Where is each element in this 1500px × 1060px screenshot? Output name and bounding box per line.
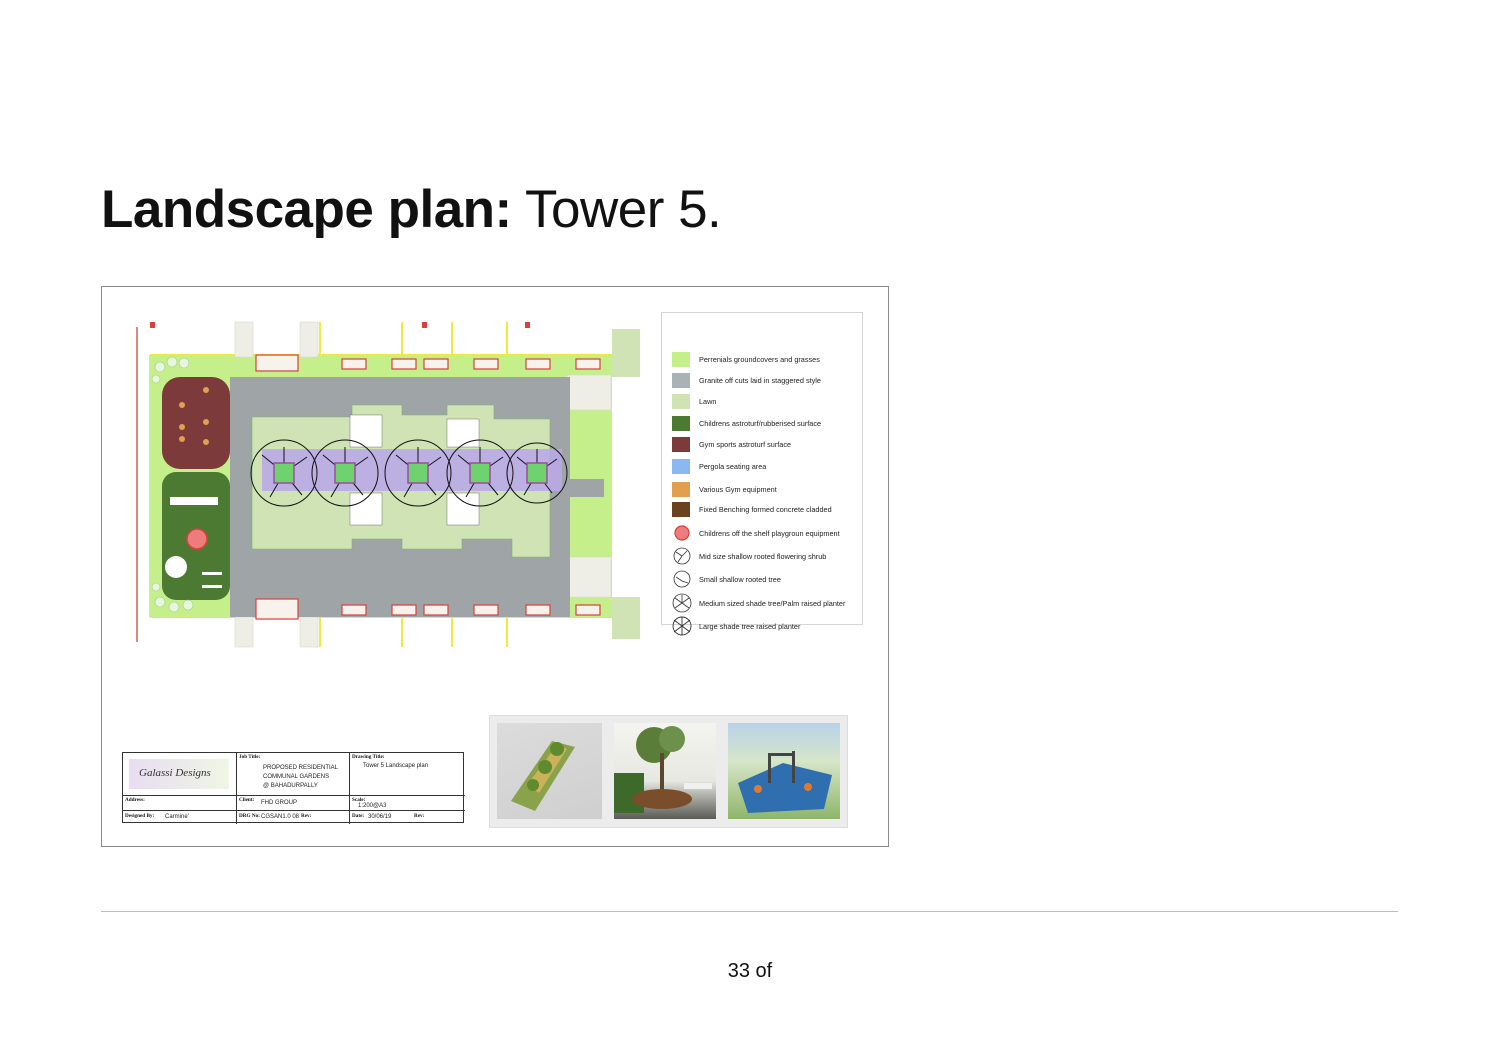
lawn-swatch [672, 393, 690, 409]
client-name: FHD GROUP [261, 800, 297, 806]
pergola-swatch [672, 458, 690, 474]
planter-render-photo [497, 723, 602, 819]
legend-item-pergola: Pergola seating area [672, 456, 766, 476]
benching-swatch [672, 501, 690, 517]
designer-logo: Galassi Designs [129, 759, 229, 789]
childrens-surface-swatch [672, 415, 690, 431]
gym-equipment-swatch [672, 481, 690, 497]
large-tree-icon [672, 616, 692, 636]
drawing-scale: 1:200@A3 [358, 803, 387, 809]
legend-item-childrens-surface: Childrens astroturf/rubberised surface [672, 413, 821, 433]
outdoor-gym-photo [728, 723, 840, 819]
drawing-title-block: Galassi Designs Job Title: PROPOSED RESI… [122, 752, 465, 824]
play-equipment-icon [674, 525, 690, 541]
legend-item-lawn: Lawn [672, 391, 716, 411]
drawing-title: Tower 5 Landscape plan [363, 763, 429, 769]
legend-item-gym-surface: Gym sports astroturf surface [672, 434, 791, 454]
page-title-bold: Landscape plan: [101, 180, 512, 239]
legend-item-medium-tree: Medium sized shade tree/Palm raised plan… [672, 593, 845, 613]
footer-divider [101, 911, 1398, 912]
site-plan [136, 321, 640, 648]
granite-swatch [672, 372, 690, 388]
drawing-number: CGSAN1.0 08 [261, 814, 300, 820]
page-number: 33 of [727, 960, 773, 982]
small-tree-icon [673, 570, 691, 588]
legend-item-small-tree: Small shallow rooted tree [672, 569, 781, 589]
medium-tree-icon [672, 593, 692, 613]
landscape-drawing-sheet: Perrenials groundcovers and grasses Gran… [101, 286, 889, 847]
legend-item-perennials: Perrenials groundcovers and grasses [672, 349, 820, 369]
gym-surface-swatch [672, 436, 690, 452]
legend-item-gym-equipment: Various Gym equipment [672, 479, 777, 499]
page-title: Landscape plan: Tower 5. [101, 178, 722, 242]
legend-item-large-tree: Large shade tree raised planter [672, 616, 800, 636]
legend-item-shrub: Mid size shallow rooted flowering shrub [672, 546, 826, 566]
job-title: PROPOSED RESIDENTIAL COMMUNAL GARDENS @ … [263, 765, 339, 789]
tree-bench-photo [614, 723, 716, 819]
perennials-swatch [672, 351, 690, 367]
designer-name: Carmine' [165, 814, 189, 820]
shrub-icon [673, 547, 691, 565]
legend-item-granite: Granite off cuts laid in staggered style [672, 370, 821, 390]
legend-item-play-equipment: Childrens off the shelf playgroun equipm… [672, 523, 840, 543]
page-title-light: Tower 5. [524, 180, 722, 239]
drawing-date: 30/06/19 [368, 814, 392, 820]
legend-item-benching: Fixed Benching formed concrete cladded [672, 499, 832, 519]
reference-photo-strip [489, 715, 848, 828]
plan-legend: Perrenials groundcovers and grasses Gran… [661, 312, 863, 636]
